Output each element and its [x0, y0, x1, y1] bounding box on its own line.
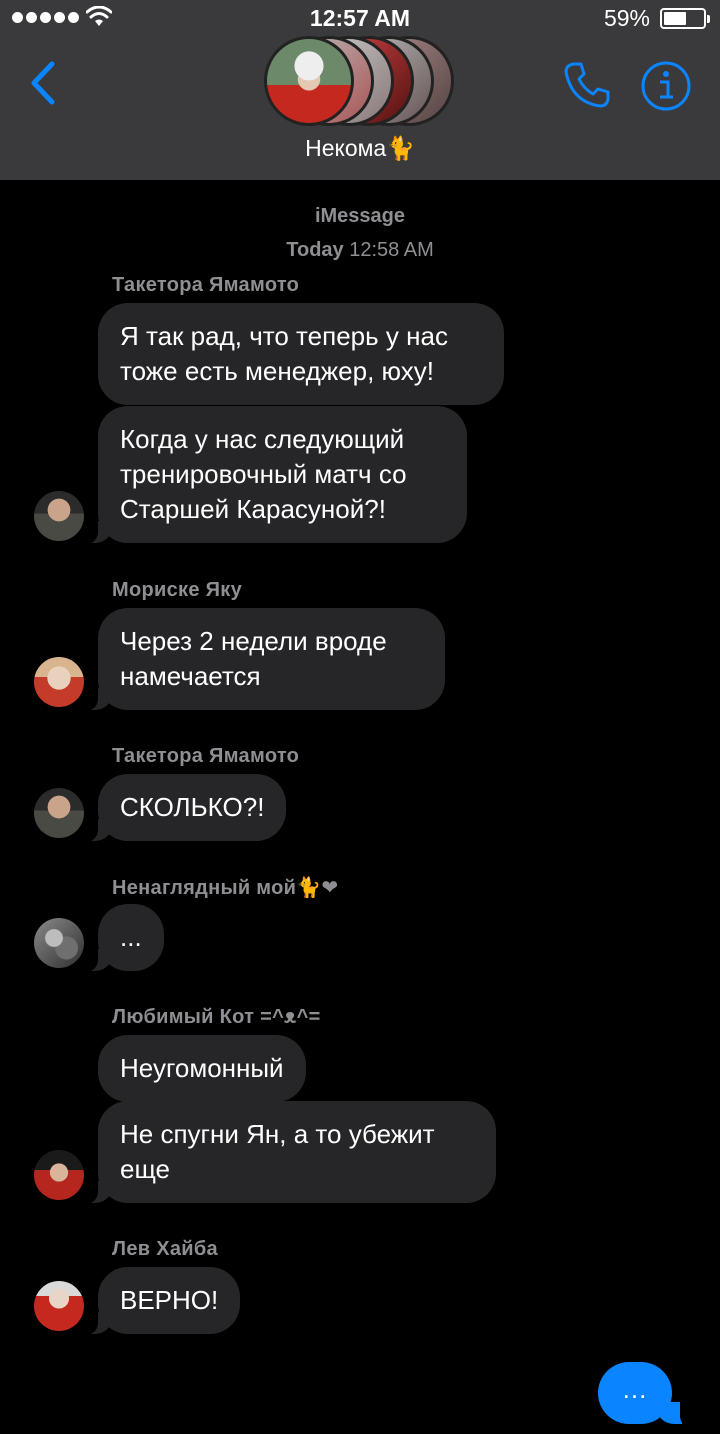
status-bar: 12:57 AM 59%	[0, 0, 720, 40]
chevron-left-icon[interactable]	[24, 58, 64, 108]
message-bubble[interactable]: Неугомонный	[98, 1035, 306, 1102]
message-text: СКОЛЬКО?!	[120, 792, 265, 822]
timestamp-time: 12:58 AM	[349, 239, 434, 261]
navigation-header: 12:57 AM 59% Некома🐈	[0, 0, 720, 180]
battery-icon	[660, 8, 710, 29]
message-bubble[interactable]: ...	[76, 904, 164, 972]
sender-name: Такетора Ямамото	[112, 274, 300, 296]
sender-name: Лев Хайба	[112, 1238, 218, 1260]
avatar[interactable]	[34, 918, 84, 968]
message-text: Через 2 недели вроде намечается	[120, 626, 387, 691]
message-bubble[interactable]: Не спугни Ян, а то убежит еще	[76, 1101, 496, 1204]
message-bubble[interactable]: Когда у нас следующий тренировочный матч…	[76, 406, 467, 544]
message-bubble[interactable]: Через 2 недели вроде намечается	[76, 608, 445, 711]
avatar[interactable]	[34, 788, 84, 838]
conversation-title[interactable]: Некома🐈	[0, 135, 720, 162]
timestamp-day: Today	[286, 239, 344, 261]
message-text: Я так рад, что теперь у нас тоже есть ме…	[120, 321, 448, 386]
message-text: Когда у нас следующий тренировочный матч…	[120, 424, 407, 524]
avatar[interactable]	[34, 491, 84, 541]
thread-timestamp: Today 12:58 AM	[0, 239, 720, 262]
message-bubble[interactable]: Я так рад, что теперь у нас тоже есть ме…	[98, 303, 504, 405]
message-bubble[interactable]: ВЕРНО!	[75, 1267, 241, 1335]
avatar[interactable]	[34, 1281, 84, 1331]
battery-fill	[664, 12, 686, 25]
battery-percent: 59%	[603, 5, 650, 31]
message-bubble[interactable]: СКОЛЬКО?!	[75, 774, 287, 842]
avatar[interactable]	[34, 1150, 84, 1200]
sender-name: Такетора Ямамото	[112, 745, 300, 767]
sender-name: Мориске Яку	[112, 579, 243, 601]
message-text: Не спугни Ян, а то убежит еще	[120, 1119, 435, 1184]
sender-name: Ненаглядный мой🐈❤	[112, 877, 339, 899]
info-icon[interactable]	[640, 60, 692, 112]
message-text: ВЕРНО!	[120, 1285, 219, 1315]
phone-icon[interactable]	[560, 58, 614, 112]
group-avatar-stack[interactable]	[264, 36, 456, 126]
message-text: ...	[120, 922, 142, 952]
typing-tail	[680, 1402, 702, 1428]
sender-name: Любимый Кот =^ᴥ^=	[112, 1006, 321, 1028]
service-label: iMessage	[314, 205, 406, 227]
message-text: Неугомонный	[120, 1053, 284, 1083]
avatar[interactable]	[34, 657, 84, 707]
typing-dots: ...	[622, 1373, 648, 1404]
group-member-avatar	[264, 36, 354, 126]
typing-indicator: ...	[598, 1362, 682, 1424]
